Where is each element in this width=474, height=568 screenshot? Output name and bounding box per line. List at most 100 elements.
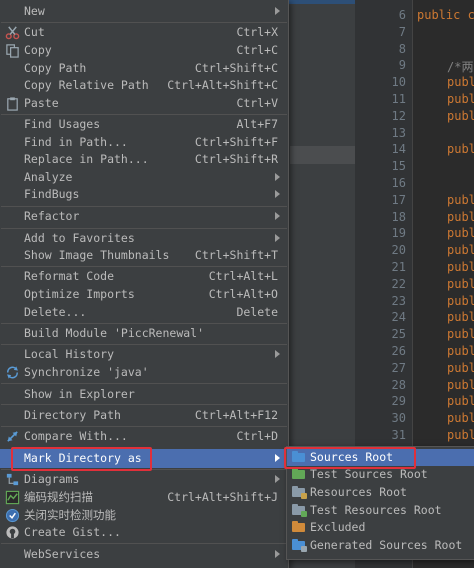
- submenu-item-label: Generated Sources Root: [310, 538, 463, 552]
- menu-item-label: Copy Relative Path: [24, 78, 149, 92]
- menu-item-diagrams[interactable]: Diagrams: [0, 471, 288, 488]
- code-line: publ: [447, 411, 474, 426]
- line-number: 9: [398, 58, 406, 73]
- menu-item-label: WebServices: [24, 547, 101, 561]
- menu-separator: [1, 344, 287, 345]
- submenu-item-label: Excluded: [310, 520, 366, 534]
- code-line: publ: [447, 75, 474, 90]
- line-number: 23: [391, 293, 406, 308]
- menu-item-coding-scan[interactable]: 编码规约扫描 Ctrl+Alt+Shift+J: [0, 489, 288, 506]
- menu-item-add-to-favorites[interactable]: Add to Favorites: [0, 230, 288, 247]
- menu-item-shortcut: Ctrl+X: [236, 25, 278, 39]
- menu-item-copy-path[interactable]: Copy Path Ctrl+Shift+C: [0, 60, 288, 77]
- test-resources-folder-icon: [292, 504, 307, 517]
- menu-item-show-in-explorer[interactable]: Show in Explorer: [0, 386, 288, 403]
- menu-item-label: Refactor: [24, 209, 80, 223]
- menu-item-shortcut: Ctrl+D: [236, 429, 278, 443]
- submenu-item-generated-sources-root[interactable]: Generated Sources Root: [287, 537, 474, 554]
- line-number: 27: [391, 360, 406, 375]
- menu-item-shortcut: Ctrl+V: [236, 96, 278, 110]
- github-icon: [6, 526, 19, 539]
- menu-item-find-usages[interactable]: Find Usages Alt+F7: [0, 116, 288, 133]
- menu-item-label: Delete...: [24, 305, 87, 319]
- menu-item-paste[interactable]: Paste Ctrl+V: [0, 95, 288, 112]
- submenu-item-test-resources-root[interactable]: Test Resources Root: [287, 502, 474, 519]
- menu-item-label: Optimize Imports: [24, 287, 135, 301]
- menu-item-label: Replace in Path...: [24, 152, 149, 166]
- code-line: publ: [447, 293, 474, 308]
- submenu-arrow-icon: [275, 550, 280, 558]
- menu-item-label: Reformat Code: [24, 269, 115, 283]
- menu-item-shortcut: Ctrl+Shift+F: [194, 135, 278, 149]
- code-line: publ: [447, 243, 474, 258]
- submenu-item-label: Resources Root: [310, 485, 407, 499]
- line-number: 24: [391, 310, 406, 325]
- menu-item-label: Find in Path...: [24, 135, 128, 149]
- menu-item-local-history[interactable]: Local History: [0, 346, 288, 363]
- menu-item-shortcut: Ctrl+Shift+T: [194, 248, 278, 262]
- submenu-item-excluded[interactable]: Excluded: [287, 519, 474, 536]
- menu-item-synchronize[interactable]: Synchronize 'java': [0, 364, 288, 381]
- line-number: 10: [391, 75, 406, 90]
- submenu-item-resources-root[interactable]: Resources Root: [287, 484, 474, 501]
- menu-item-realtime-check[interactable]: 关闭实时检测功能: [0, 507, 288, 524]
- sync-icon: [7, 366, 18, 379]
- menu-item-webservices[interactable]: WebServices: [0, 546, 288, 563]
- menu-item-compare-with[interactable]: Compare With... Ctrl+D: [0, 428, 288, 445]
- line-number: 15: [391, 159, 406, 174]
- resources-folder-icon: [292, 486, 307, 499]
- menu-item-optimize-imports[interactable]: Optimize Imports Ctrl+Alt+O: [0, 286, 288, 303]
- menu-separator: [1, 114, 287, 115]
- code-line: publ: [447, 226, 474, 241]
- line-number: 21: [391, 260, 406, 274]
- menu-item-label: Paste: [24, 96, 59, 110]
- menu-item-copy-relative-path[interactable]: Copy Relative Path Ctrl+Alt+Shift+C: [0, 77, 288, 94]
- menu-item-label: Cut: [24, 25, 45, 39]
- submenu-arrow-icon: [275, 454, 280, 462]
- menu-item-label: Compare With...: [24, 429, 128, 443]
- line-number: 22: [391, 276, 406, 291]
- clipboard-icon: [7, 97, 18, 111]
- line-number: 13: [391, 125, 406, 140]
- menu-item-cut[interactable]: Cut Ctrl+X: [0, 24, 288, 41]
- menu-item-reformat-code[interactable]: Reformat Code Ctrl+Alt+L: [0, 268, 288, 285]
- context-menu: New Cut Ctrl+X Copy Ctrl+C Copy Path Ctr…: [0, 0, 289, 568]
- project-tree-selected-row: [290, 146, 355, 164]
- line-number: 25: [391, 327, 406, 342]
- code-line: public c: [417, 8, 474, 22]
- menu-item-create-gist[interactable]: Create Gist...: [0, 524, 288, 541]
- menu-separator: [1, 22, 287, 23]
- menu-item-new[interactable]: New: [0, 3, 288, 20]
- submenu-arrow-icon: [275, 190, 280, 198]
- menu-separator: [1, 206, 287, 207]
- menu-item-refactor[interactable]: Refactor: [0, 208, 288, 225]
- menu-item-analyze[interactable]: Analyze: [0, 169, 288, 186]
- menu-item-shortcut: Delete: [236, 305, 278, 319]
- menu-item-label: Synchronize 'java': [24, 365, 149, 379]
- menu-item-copy[interactable]: Copy Ctrl+C: [0, 42, 288, 59]
- code-line: publ: [447, 276, 474, 291]
- submenu-item-label: Test Resources Root: [310, 503, 442, 517]
- menu-item-shortcut: Ctrl+Alt+Shift+C: [167, 78, 278, 92]
- submenu-arrow-icon: [275, 475, 280, 483]
- line-number: 7: [398, 24, 406, 39]
- code-line: publ: [447, 209, 474, 224]
- menu-item-findbugs[interactable]: FindBugs: [0, 186, 288, 203]
- menu-item-label: Analyze: [24, 170, 73, 184]
- menu-item-show-image-thumbnails[interactable]: Show Image Thumbnails Ctrl+Shift+T: [0, 247, 288, 264]
- menu-item-shortcut: Ctrl+Shift+C: [194, 61, 278, 75]
- menu-separator: [1, 383, 287, 384]
- scan-code-icon: [5, 490, 20, 505]
- diagram-icon: [6, 473, 19, 486]
- line-number: 11: [391, 92, 406, 106]
- menu-item-replace-in-path[interactable]: Replace in Path... Ctrl+Shift+R: [0, 151, 288, 168]
- menu-item-shortcut: Ctrl+Shift+R: [194, 152, 278, 166]
- menu-item-delete[interactable]: Delete... Delete: [0, 304, 288, 321]
- line-number: 26: [391, 344, 406, 358]
- line-number: 12: [391, 108, 406, 123]
- menu-item-build-module[interactable]: Build Module 'PiccRenewal': [0, 325, 288, 342]
- code-line: publ: [447, 377, 474, 392]
- menu-item-directory-path[interactable]: Directory Path Ctrl+Alt+F12: [0, 407, 288, 424]
- menu-item-label: New: [24, 4, 45, 18]
- menu-item-find-in-path[interactable]: Find in Path... Ctrl+Shift+F: [0, 134, 288, 151]
